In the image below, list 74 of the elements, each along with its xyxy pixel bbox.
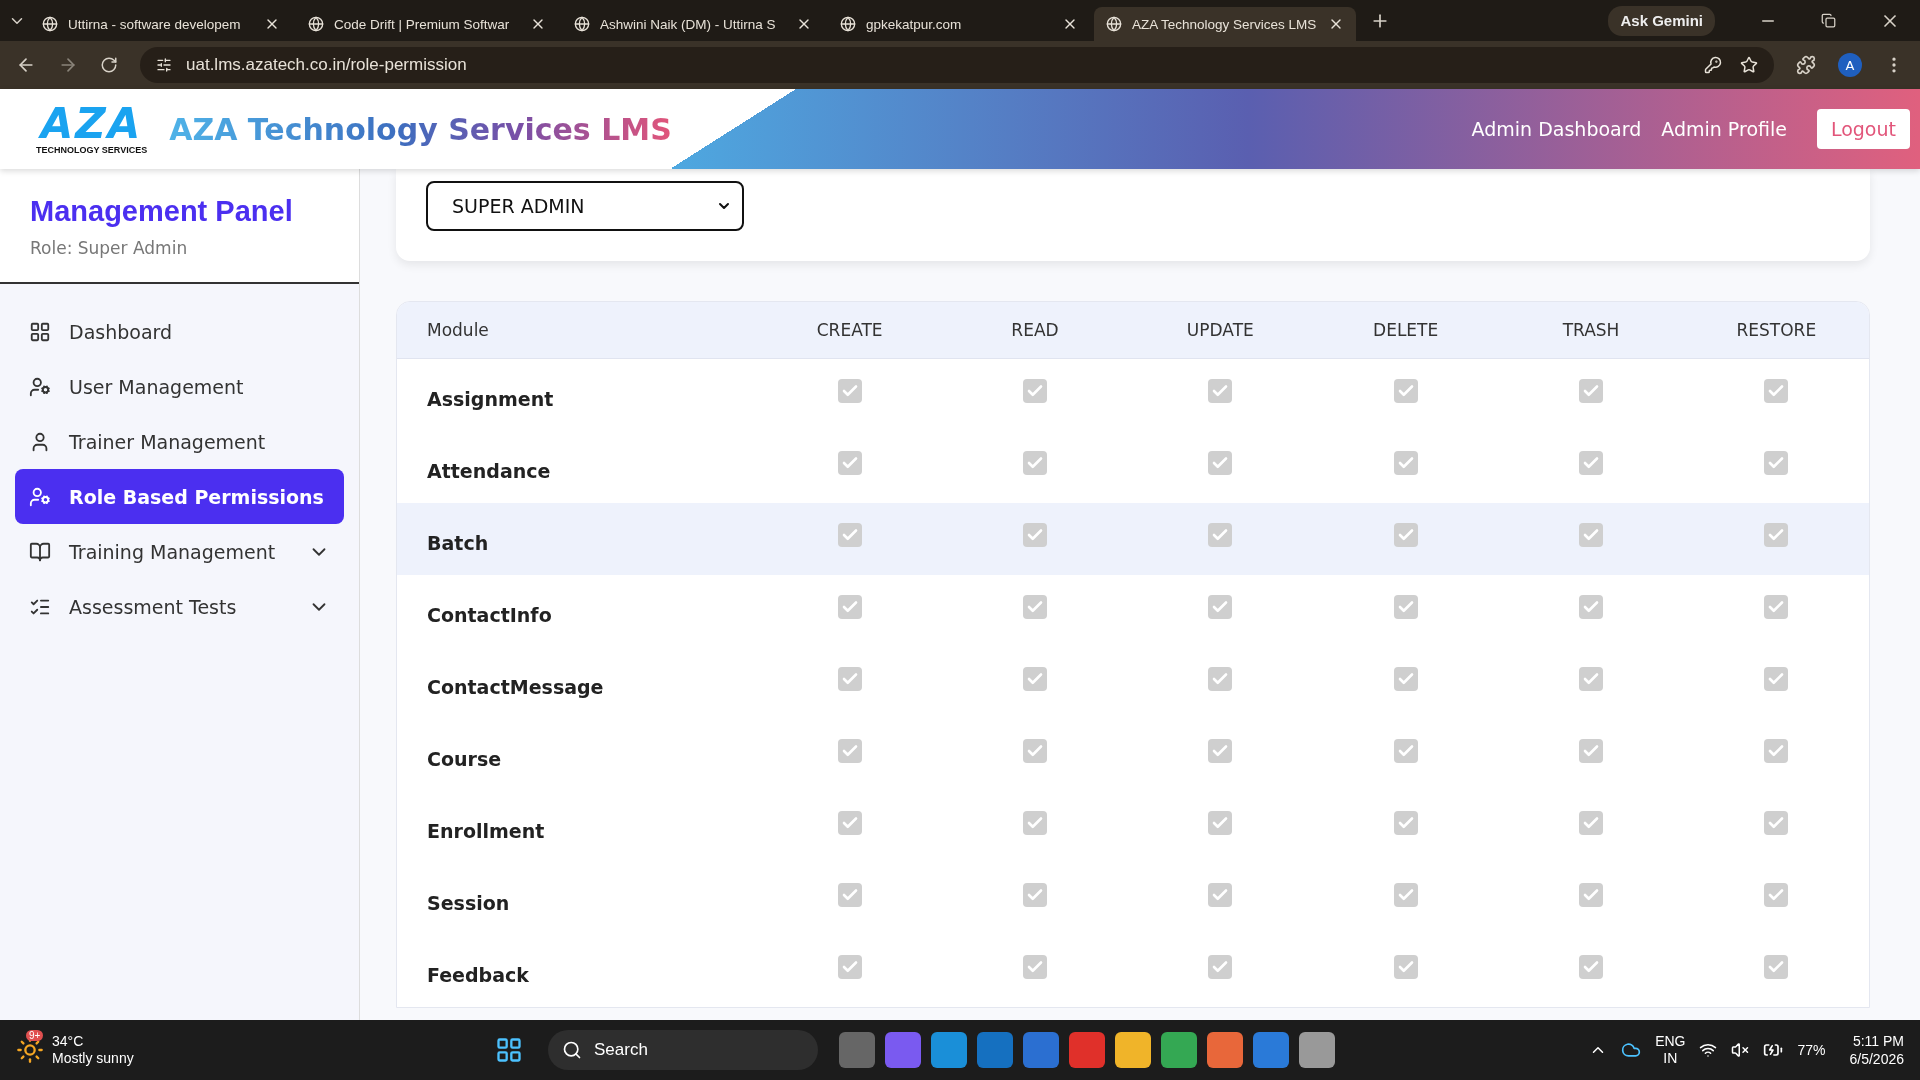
notification-badge: 9+ bbox=[26, 1030, 44, 1041]
logout-button[interactable]: Logout bbox=[1816, 109, 1910, 149]
grid-icon bbox=[29, 320, 51, 343]
module-name: Course bbox=[426, 747, 503, 770]
taskbar-app-icon[interactable] bbox=[1023, 1032, 1059, 1068]
sidebar-item[interactable]: Role Based Permissions bbox=[15, 469, 344, 524]
restore-icon[interactable] bbox=[1821, 13, 1836, 28]
globe-icon bbox=[1106, 16, 1122, 32]
module-name: Feedback bbox=[426, 963, 530, 986]
module-name: ContactInfo bbox=[426, 603, 553, 626]
logo: AZA bbox=[40, 103, 143, 145]
language-text[interactable]: IN bbox=[1663, 1050, 1678, 1068]
taskbar-app-icon[interactable] bbox=[1207, 1032, 1243, 1068]
sidebar-item[interactable]: Training Management bbox=[15, 524, 344, 579]
user-gear-icon bbox=[29, 485, 51, 508]
book-icon bbox=[29, 540, 51, 563]
column-header: Module bbox=[426, 320, 490, 340]
panel-title: Management Panel bbox=[30, 195, 294, 228]
module-name: Assignment bbox=[426, 387, 555, 410]
weather-text: Mostly sunny bbox=[52, 1050, 134, 1068]
user-gear-icon bbox=[29, 375, 51, 398]
clock-date[interactable]: 6/5/2026 bbox=[1849, 1050, 1904, 1069]
nav-link[interactable]: Admin Profile bbox=[1661, 118, 1787, 140]
sidebar-item[interactable]: Dashboard bbox=[15, 304, 344, 359]
column-header: DELETE bbox=[1372, 320, 1440, 340]
search-icon bbox=[562, 1040, 582, 1060]
logo-caption: TECHNOLOGY SERVICES bbox=[36, 145, 148, 155]
globe-icon bbox=[308, 16, 324, 32]
column-header: RESTORE bbox=[1735, 320, 1818, 340]
reload-icon[interactable] bbox=[100, 56, 118, 74]
module-name: Attendance bbox=[426, 459, 552, 482]
taskbar-app-icon[interactable] bbox=[931, 1032, 967, 1068]
browser-tab[interactable]: Ashwini Naik (DM) - Uttirna S bbox=[562, 7, 824, 41]
extension-icon[interactable] bbox=[1796, 55, 1816, 75]
role-label: Role: Super Admin bbox=[30, 238, 189, 258]
globe-icon bbox=[574, 16, 590, 32]
taskbar-app-icon[interactable] bbox=[1299, 1032, 1335, 1068]
browser-tab[interactable]: gpkekatpur.com bbox=[828, 7, 1090, 41]
clock-time[interactable]: 5:11 PM bbox=[1852, 1031, 1904, 1050]
taskbar-app-icon[interactable] bbox=[1069, 1032, 1105, 1068]
address-bar[interactable]: uat.lms.azatech.co.in/role-permission bbox=[140, 47, 1774, 83]
language-text[interactable]: ENG bbox=[1655, 1032, 1686, 1050]
column-header: UPDATE bbox=[1185, 320, 1255, 340]
taskbar-app-icon[interactable] bbox=[885, 1032, 921, 1068]
browser-tab[interactable]: Code Drift | Premium Softwar bbox=[296, 7, 558, 41]
sidebar-item[interactable]: Assessment Tests bbox=[15, 579, 344, 634]
module-name: ContactMessage bbox=[426, 675, 605, 698]
column-header: TRASH bbox=[1561, 320, 1621, 340]
column-header: CREATE bbox=[815, 320, 884, 340]
ask-gemini-button[interactable]: Ask Gemini bbox=[1608, 5, 1715, 36]
taskbar-app-icon[interactable] bbox=[1115, 1032, 1151, 1068]
role-select[interactable]: SUPER ADMIN bbox=[426, 181, 744, 231]
module-name: Enrollment bbox=[426, 819, 546, 842]
module-name: Session bbox=[426, 891, 511, 914]
battery-text: 77% bbox=[1797, 1042, 1826, 1058]
taskbar-app-icon[interactable] bbox=[1161, 1032, 1197, 1068]
globe-icon bbox=[840, 16, 856, 32]
module-name: Batch bbox=[426, 531, 490, 554]
nav-link[interactable]: Admin Dashboard bbox=[1471, 118, 1642, 140]
sidebar-item[interactable]: User Management bbox=[15, 359, 344, 414]
profile-avatar[interactable]: A bbox=[1838, 53, 1862, 77]
taskbar-app-icon[interactable] bbox=[977, 1032, 1013, 1068]
sidebar-item[interactable]: Trainer Management bbox=[15, 414, 344, 469]
taskbar-app-icon[interactable] bbox=[1253, 1032, 1289, 1068]
globe-icon bbox=[42, 16, 58, 32]
browser-tab[interactable]: Uttirna - software developem bbox=[30, 7, 292, 41]
wifi-icon[interactable] bbox=[1699, 1041, 1718, 1059]
taskbar-search[interactable]: Search bbox=[548, 1030, 818, 1070]
taskbar-app-icon[interactable] bbox=[839, 1032, 875, 1068]
temperature: 34°C bbox=[52, 1032, 85, 1050]
cloud-icon[interactable] bbox=[1621, 1040, 1642, 1060]
browser-tab[interactable]: AZA Technology Services LMS bbox=[1094, 7, 1356, 41]
mute-icon[interactable] bbox=[1731, 1041, 1750, 1059]
column-header: READ bbox=[1010, 320, 1060, 340]
